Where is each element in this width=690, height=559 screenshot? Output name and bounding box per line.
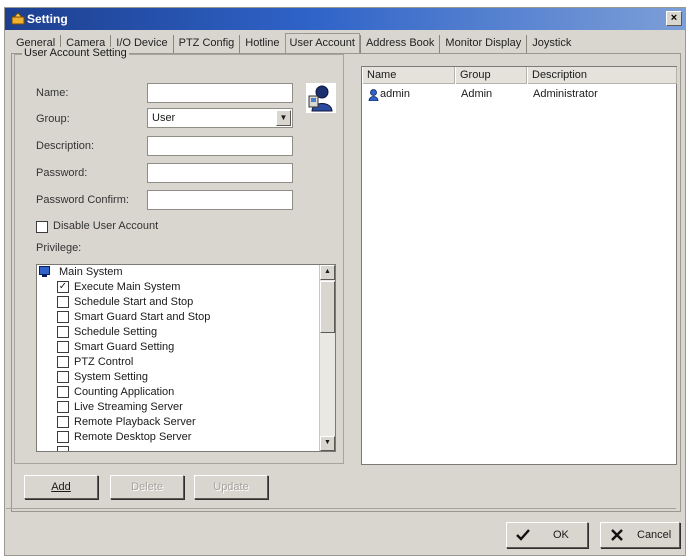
- column-header-name[interactable]: Name: [362, 67, 455, 84]
- title-bar[interactable]: Setting ×: [5, 8, 685, 30]
- privilege-checkbox: [57, 446, 69, 451]
- privilege-item-label: Counting Application: [74, 386, 175, 398]
- privilege-checkbox[interactable]: [57, 296, 69, 308]
- ok-button-label: OK: [553, 529, 569, 541]
- user-group-cell: Admin: [461, 88, 493, 100]
- privilege-item-label: Live Streaming Server: [74, 401, 183, 413]
- table-row[interactable]: admin Admin Administrator: [362, 87, 676, 103]
- privilege-checkbox[interactable]: [57, 386, 69, 398]
- password-confirm-label: Password Confirm:: [36, 194, 129, 206]
- user-avatar-icon: [306, 83, 336, 113]
- name-field[interactable]: [147, 83, 293, 103]
- privilege-item-label: Schedule Setting: [74, 326, 158, 338]
- cancel-button[interactable]: Cancel: [600, 522, 680, 548]
- privilege-label: Privilege:: [36, 242, 82, 254]
- privilege-item-label: Smart Guard Start and Stop: [74, 311, 211, 323]
- user-account-setting-legend: User Account Setting: [22, 47, 129, 59]
- close-button[interactable]: ×: [666, 11, 682, 26]
- privilege-checkbox[interactable]: [57, 326, 69, 338]
- privilege-checkbox[interactable]: [57, 356, 69, 368]
- privilege-scrollbar[interactable]: ▲ ▼: [319, 265, 335, 451]
- description-field[interactable]: [147, 136, 293, 156]
- add-button[interactable]: Add: [24, 475, 98, 499]
- divider: [6, 508, 676, 509]
- update-button[interactable]: Update: [194, 475, 268, 499]
- user-icon: [368, 89, 379, 101]
- delete-button[interactable]: Delete: [110, 475, 184, 499]
- tree-root-label: Main System: [59, 266, 123, 278]
- privilege-item-label: PTZ Control: [74, 356, 134, 368]
- scroll-down-icon[interactable]: ▼: [320, 436, 335, 451]
- name-label: Name:: [36, 87, 69, 99]
- chevron-down-icon[interactable]: ▼: [276, 110, 291, 126]
- group-select[interactable]: User ▼: [147, 108, 293, 128]
- tab-hotline[interactable]: Hotline: [239, 35, 284, 53]
- scrollbar-thumb[interactable]: [320, 281, 335, 333]
- privilege-item-label: Execute Main System: [74, 281, 181, 293]
- privilege-checkbox[interactable]: [57, 311, 69, 323]
- privilege-item-label: System Setting: [74, 371, 148, 383]
- cancel-button-label: Cancel: [637, 529, 672, 541]
- delete-button-label: Delete: [131, 481, 163, 493]
- privilege-checkbox[interactable]: [57, 371, 69, 383]
- column-header-description[interactable]: Description: [527, 67, 677, 84]
- user-description-cell: Administrator: [533, 88, 598, 100]
- privilege-checkbox[interactable]: [57, 401, 69, 413]
- disable-user-account-checkbox[interactable]: [36, 221, 48, 233]
- privilege-item-label: Remote Playback Server: [74, 416, 196, 428]
- privilege-checkbox[interactable]: [57, 341, 69, 353]
- privilege-checkbox[interactable]: [57, 431, 69, 443]
- app-icon: [11, 12, 25, 25]
- checkmark-icon: [516, 529, 530, 541]
- privilege-item-label: Schedule Start and Stop: [74, 296, 194, 308]
- tab-address-book[interactable]: Address Book: [359, 35, 439, 53]
- password-confirm-field[interactable]: [147, 190, 293, 210]
- scroll-up-icon[interactable]: ▲: [320, 265, 335, 280]
- tab-user-account[interactable]: User Account: [284, 33, 360, 54]
- privilege-item-label: Smart Guard Setting: [74, 341, 175, 353]
- privilege-checkbox[interactable]: ✓: [57, 281, 69, 293]
- disable-user-account-label: Disable User Account: [53, 220, 159, 232]
- privilege-checkbox[interactable]: [57, 416, 69, 428]
- tab-ptz-config[interactable]: PTZ Config: [172, 35, 240, 53]
- update-button-label: Update: [213, 481, 249, 493]
- window-title: Setting: [27, 12, 68, 26]
- group-select-value: User: [152, 112, 176, 124]
- tab-joystick[interactable]: Joystick: [526, 35, 576, 53]
- user-list[interactable]: Name Group Description admin Admin Admin…: [361, 66, 677, 465]
- add-button-label: Add: [51, 481, 71, 493]
- user-name-cell: admin: [380, 88, 410, 100]
- monitor-icon: [39, 266, 50, 277]
- group-label: Group:: [36, 113, 70, 125]
- close-icon: [611, 529, 623, 541]
- ok-button[interactable]: OK: [506, 522, 588, 548]
- password-label: Password:: [36, 167, 88, 179]
- user-list-header: Name Group Description: [362, 67, 677, 84]
- tab-monitor-display[interactable]: Monitor Display: [439, 35, 526, 53]
- privilege-item-label: Remote Desktop Server: [74, 431, 192, 443]
- column-header-group[interactable]: Group: [455, 67, 527, 84]
- password-field[interactable]: [147, 163, 293, 183]
- description-label: Description:: [36, 140, 95, 152]
- privilege-tree[interactable]: Main System ✓ Execute Main System Schedu…: [36, 264, 336, 452]
